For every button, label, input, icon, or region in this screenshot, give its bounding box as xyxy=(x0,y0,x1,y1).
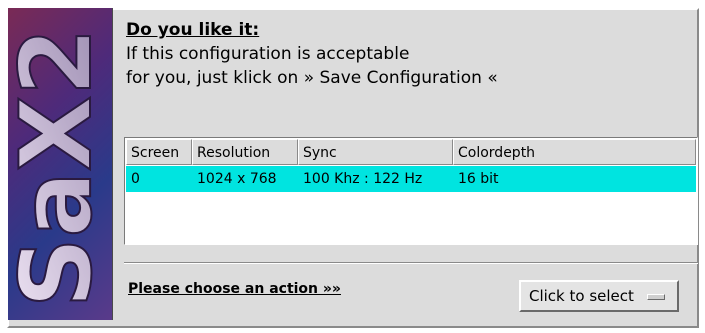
column-header-resolution[interactable]: Resolution xyxy=(192,139,298,165)
column-header-sync[interactable]: Sync xyxy=(298,139,453,165)
option-menu-indicator-icon xyxy=(647,294,665,300)
sax2-logo: SaX2 xyxy=(8,8,113,320)
cell-sync: 100 Khz : 122 Hz xyxy=(303,171,423,187)
cell-resolution: 1024 x 768 xyxy=(197,171,277,187)
cell-screen: 0 xyxy=(131,171,140,187)
cell-colordepth: 16 bit xyxy=(458,171,499,187)
table-row[interactable]: 0 1024 x 768 100 Khz : 122 Hz 16 bit xyxy=(126,166,696,192)
action-select[interactable]: Click to select xyxy=(519,280,679,312)
heading: Do you like it: xyxy=(126,20,260,40)
action-label: Please choose an action »» xyxy=(128,281,341,297)
message-line-1: If this configuration is acceptable xyxy=(126,44,410,64)
message-line-2: for you, just klick on » Save Configurat… xyxy=(126,68,498,88)
table-header: Screen Resolution Sync Colordepth xyxy=(126,139,696,165)
divider xyxy=(124,262,698,264)
action-select-value: Click to select xyxy=(529,287,634,305)
configuration-table: Screen Resolution Sync Colordepth 0 1024… xyxy=(124,137,698,245)
column-header-screen[interactable]: Screen xyxy=(126,139,192,165)
sax2-logo-icon: SaX2 xyxy=(8,27,112,309)
column-header-colordepth[interactable]: Colordepth xyxy=(453,139,696,165)
logo-text: SaX2 xyxy=(8,28,112,308)
